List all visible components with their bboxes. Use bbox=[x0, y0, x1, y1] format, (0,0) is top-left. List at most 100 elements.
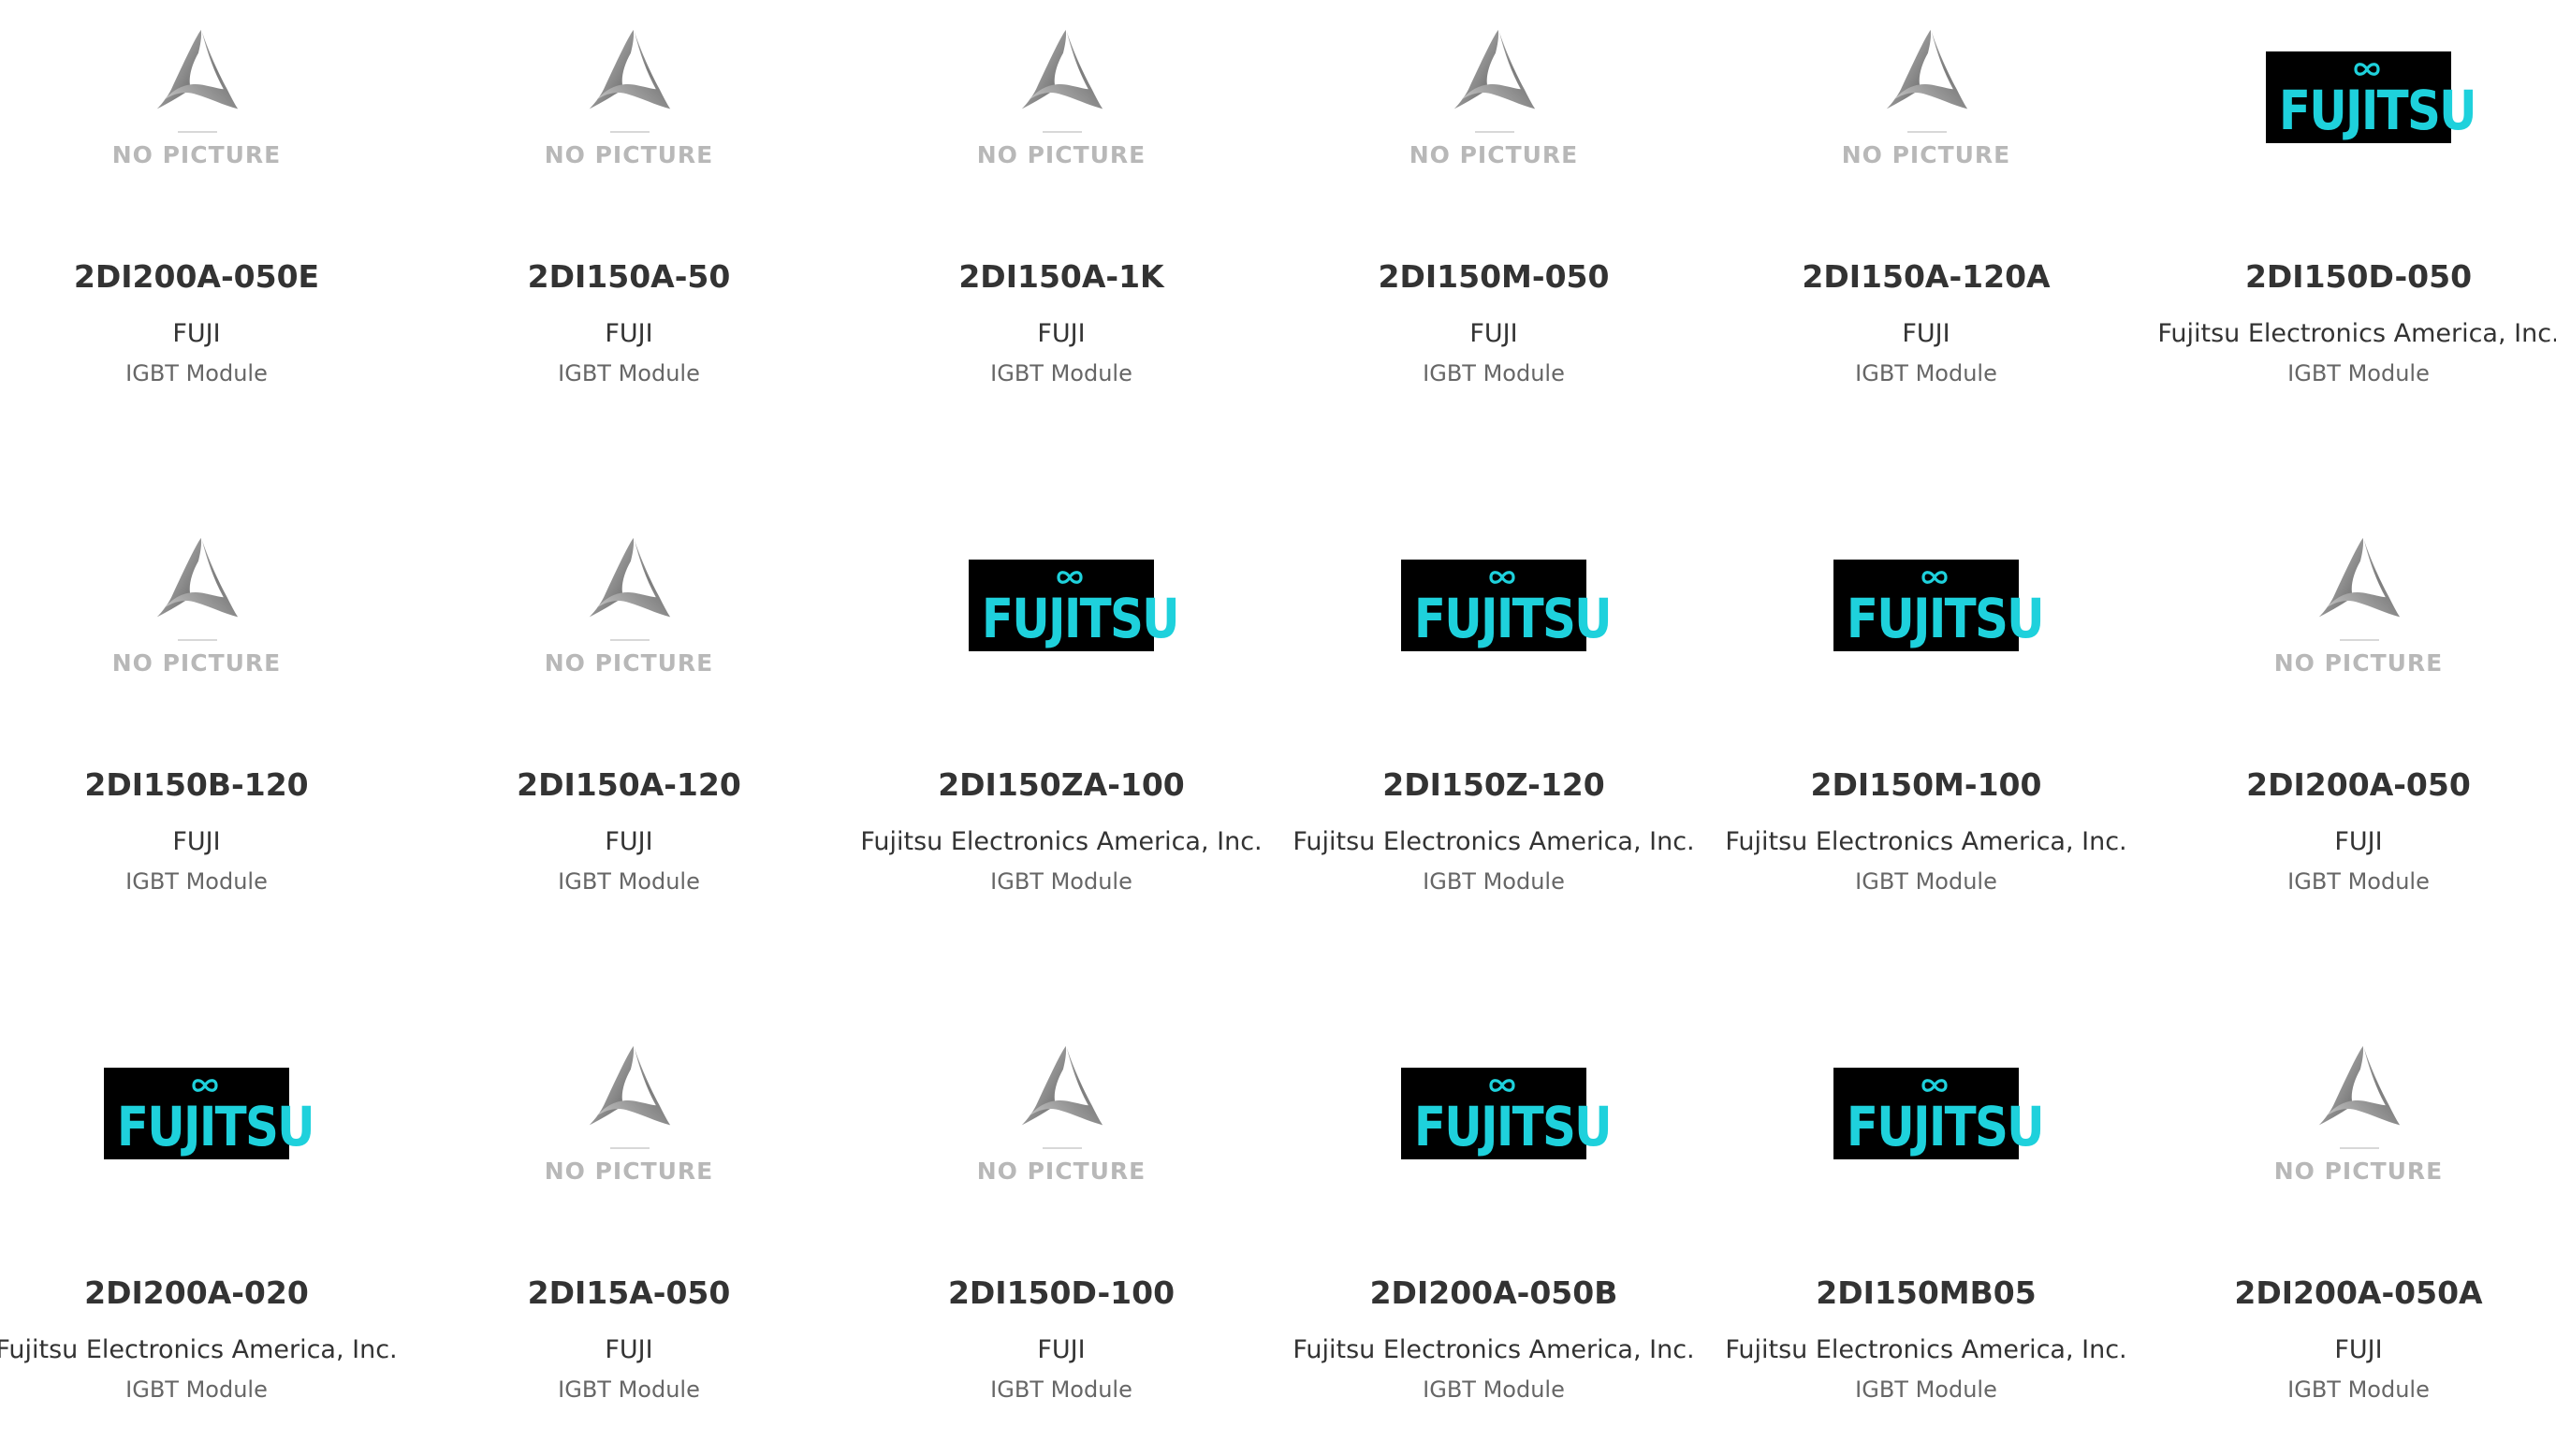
product-thumbnail[interactable]: FUJITSU bbox=[1710, 1016, 2142, 1203]
part-number[interactable]: 2DI15A-050 bbox=[413, 1274, 845, 1311]
fujitsu-logo-text: FUJITSU bbox=[2278, 79, 2477, 142]
product-card[interactable]: FUJITSU 2DI200A-050B Fujitsu Electronics… bbox=[1278, 1016, 1710, 1456]
no-picture-placeholder: NO PICTURE bbox=[2256, 1042, 2461, 1201]
manufacturer-name: FUJI bbox=[605, 827, 653, 856]
placeholder-divider bbox=[178, 639, 217, 641]
fujitsu-logo: FUJITSU bbox=[2266, 51, 2477, 143]
product-category: IGBT Module bbox=[1855, 360, 1997, 386]
no-picture-placeholder: NO PICTURE bbox=[958, 26, 1164, 185]
part-number[interactable]: 2DI150MB05 bbox=[1710, 1274, 2142, 1311]
placeholder-divider bbox=[2340, 639, 2379, 641]
part-number[interactable]: 2DI200A-050 bbox=[2142, 766, 2556, 803]
fujitsu-logo: FUJITSU bbox=[1401, 560, 1613, 651]
no-picture-placeholder: NO PICTURE bbox=[958, 1042, 1164, 1201]
product-card[interactable]: NO PICTURE 2DI200A-050A FUJI IGBT Module bbox=[2142, 1016, 2556, 1456]
product-thumbnail[interactable]: NO PICTURE bbox=[845, 1016, 1278, 1203]
part-number[interactable]: 2DI150A-1K bbox=[845, 258, 1278, 295]
part-number[interactable]: 2DI150M-050 bbox=[1278, 258, 1710, 295]
manufacturer-name: FUJI bbox=[172, 827, 221, 856]
product-card[interactable]: NO PICTURE 2DI150D-100 FUJI IGBT Module bbox=[845, 1016, 1278, 1456]
no-picture-placeholder: NO PICTURE bbox=[1823, 26, 2029, 185]
no-picture-placeholder: NO PICTURE bbox=[2256, 534, 2461, 693]
placeholder-logo-icon bbox=[156, 537, 239, 618]
placeholder-divider bbox=[1907, 131, 1947, 133]
product-thumbnail[interactable]: NO PICTURE bbox=[0, 508, 413, 695]
part-number[interactable]: 2DI150B-120 bbox=[0, 766, 413, 803]
product-category: IGBT Module bbox=[125, 1376, 268, 1403]
product-thumbnail[interactable]: NO PICTURE bbox=[2142, 1016, 2556, 1203]
product-thumbnail[interactable]: NO PICTURE bbox=[2142, 508, 2556, 695]
product-thumbnail[interactable]: NO PICTURE bbox=[413, 0, 845, 187]
product-card[interactable]: FUJITSU 2DI150Z-120 Fujitsu Electronics … bbox=[1278, 508, 1710, 948]
fujitsu-logo: FUJITSU bbox=[104, 1068, 315, 1159]
product-category: IGBT Module bbox=[2287, 1376, 2430, 1403]
product-thumbnail[interactable]: FUJITSU bbox=[2142, 0, 2556, 187]
product-thumbnail[interactable]: NO PICTURE bbox=[413, 1016, 845, 1203]
part-number[interactable]: 2DI150A-120A bbox=[1710, 258, 2142, 295]
product-thumbnail[interactable]: NO PICTURE bbox=[413, 508, 845, 695]
manufacturer-name: FUJI bbox=[1902, 319, 1950, 348]
product-thumbnail[interactable]: NO PICTURE bbox=[845, 0, 1278, 187]
manufacturer-name: Fujitsu Electronics America, Inc. bbox=[0, 1335, 398, 1364]
product-card[interactable]: NO PICTURE 2DI150M-050 FUJI IGBT Module bbox=[1278, 0, 1710, 440]
part-number[interactable]: 2DI150Z-120 bbox=[1278, 766, 1710, 803]
fujitsu-logo-text: FUJITSU bbox=[1846, 587, 2045, 650]
product-card[interactable]: FUJITSU 2DI150ZA-100 Fujitsu Electronics… bbox=[845, 508, 1278, 948]
manufacturer-name: FUJI bbox=[605, 1335, 653, 1364]
part-number[interactable]: 2DI150D-050 bbox=[2142, 258, 2556, 295]
part-number[interactable]: 2DI150A-120 bbox=[413, 766, 845, 803]
no-picture-label: NO PICTURE bbox=[544, 1158, 714, 1185]
product-card[interactable]: NO PICTURE 2DI200A-050 FUJI IGBT Module bbox=[2142, 508, 2556, 948]
part-number[interactable]: 2DI200A-050E bbox=[0, 258, 413, 295]
product-thumbnail[interactable]: FUJITSU bbox=[845, 508, 1278, 695]
product-category: IGBT Module bbox=[1423, 1376, 1565, 1403]
product-thumbnail[interactable]: NO PICTURE bbox=[0, 0, 413, 187]
product-thumbnail[interactable]: NO PICTURE bbox=[1278, 0, 1710, 187]
placeholder-logo-icon bbox=[589, 537, 671, 618]
no-picture-label: NO PICTURE bbox=[1841, 141, 2011, 168]
manufacturer-name: Fujitsu Electronics America, Inc. bbox=[1725, 827, 2127, 856]
product-thumbnail[interactable]: NO PICTURE bbox=[1710, 0, 2142, 187]
part-number[interactable]: 2DI150A-50 bbox=[413, 258, 845, 295]
placeholder-logo-icon bbox=[589, 29, 671, 109]
placeholder-logo-icon bbox=[2318, 537, 2401, 618]
manufacturer-name: FUJI bbox=[1037, 319, 1086, 348]
product-thumbnail[interactable]: FUJITSU bbox=[1278, 508, 1710, 695]
placeholder-divider bbox=[1043, 131, 1082, 133]
part-number[interactable]: 2DI200A-050B bbox=[1278, 1274, 1710, 1311]
product-card[interactable]: FUJITSU 2DI150D-050 Fujitsu Electronics … bbox=[2142, 0, 2556, 440]
manufacturer-name: FUJI bbox=[2334, 1335, 2383, 1364]
product-card[interactable]: NO PICTURE 2DI150A-120A FUJI IGBT Module bbox=[1710, 0, 2142, 440]
product-card[interactable]: NO PICTURE 2DI200A-050E FUJI IGBT Module bbox=[0, 0, 413, 440]
product-card[interactable]: FUJITSU 2DI150M-100 Fujitsu Electronics … bbox=[1710, 508, 2142, 948]
product-card[interactable]: FUJITSU 2DI150MB05 Fujitsu Electronics A… bbox=[1710, 1016, 2142, 1456]
placeholder-logo-icon bbox=[1021, 29, 1103, 109]
product-thumbnail[interactable]: FUJITSU bbox=[1278, 1016, 1710, 1203]
manufacturer-name: FUJI bbox=[605, 319, 653, 348]
product-card[interactable]: FUJITSU 2DI200A-020 Fujitsu Electronics … bbox=[0, 1016, 413, 1456]
manufacturer-name: FUJI bbox=[1469, 319, 1518, 348]
part-number[interactable]: 2DI200A-020 bbox=[0, 1274, 413, 1311]
part-number[interactable]: 2DI150D-100 bbox=[845, 1274, 1278, 1311]
product-card[interactable]: NO PICTURE 2DI150A-1K FUJI IGBT Module bbox=[845, 0, 1278, 440]
product-category: IGBT Module bbox=[558, 360, 700, 386]
product-thumbnail[interactable]: FUJITSU bbox=[1710, 508, 2142, 695]
product-thumbnail[interactable]: FUJITSU bbox=[0, 1016, 413, 1203]
fujitsu-logo-text: FUJITSU bbox=[116, 1095, 315, 1158]
product-card[interactable]: NO PICTURE 2DI150B-120 FUJI IGBT Module bbox=[0, 508, 413, 948]
no-picture-label: NO PICTURE bbox=[2273, 649, 2444, 677]
no-picture-label: NO PICTURE bbox=[976, 141, 1147, 168]
fujitsu-logo-text: FUJITSU bbox=[981, 587, 1180, 650]
product-category: IGBT Module bbox=[990, 868, 1132, 895]
product-card[interactable]: NO PICTURE 2DI150A-50 FUJI IGBT Module bbox=[413, 0, 845, 440]
product-card[interactable]: NO PICTURE 2DI150A-120 FUJI IGBT Module bbox=[413, 508, 845, 948]
part-number[interactable]: 2DI150M-100 bbox=[1710, 766, 2142, 803]
no-picture-label: NO PICTURE bbox=[976, 1158, 1147, 1185]
no-picture-label: NO PICTURE bbox=[544, 141, 714, 168]
product-card[interactable]: NO PICTURE 2DI15A-050 FUJI IGBT Module bbox=[413, 1016, 845, 1456]
product-category: IGBT Module bbox=[990, 1376, 1132, 1403]
no-picture-placeholder: NO PICTURE bbox=[526, 1042, 732, 1201]
product-category: IGBT Module bbox=[1855, 1376, 1997, 1403]
part-number[interactable]: 2DI150ZA-100 bbox=[845, 766, 1278, 803]
part-number[interactable]: 2DI200A-050A bbox=[2142, 1274, 2556, 1311]
